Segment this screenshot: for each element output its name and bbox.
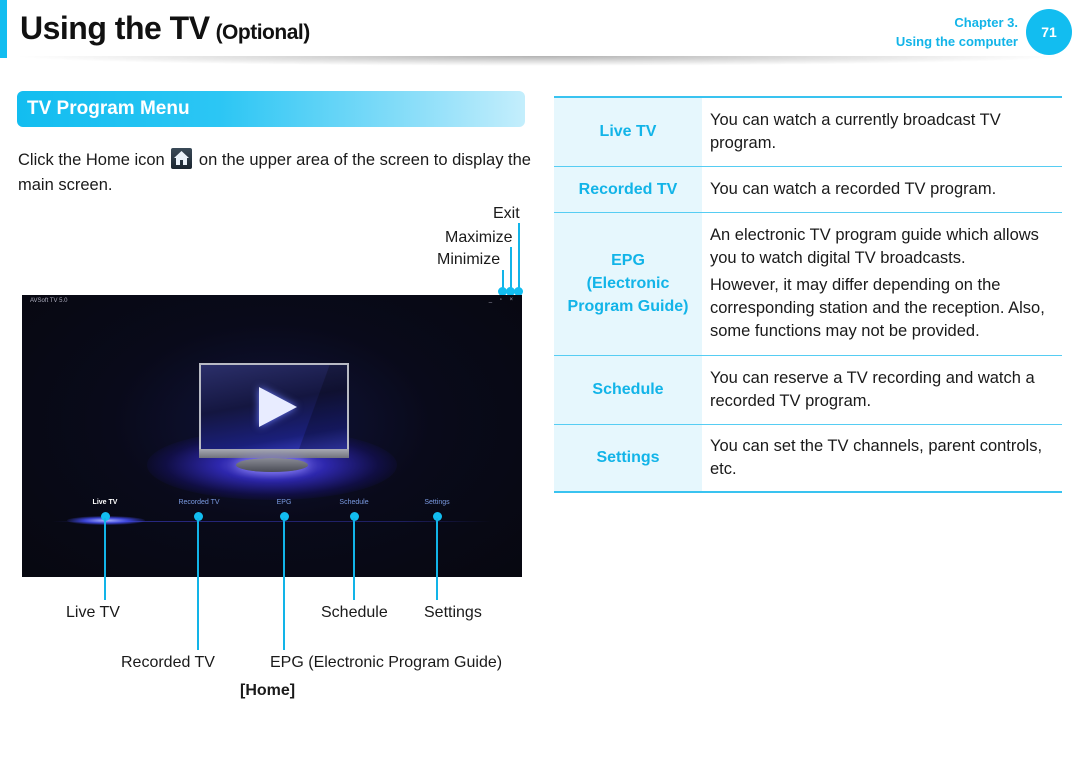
callout-line-epg <box>283 518 285 650</box>
menu-description-table: Live TV You can watch a currently broadc… <box>554 96 1062 493</box>
menu-item-settings[interactable]: Settings <box>424 499 449 506</box>
table-key: Settings <box>554 423 702 493</box>
table-desc: You can watch a currently broadcast TV p… <box>702 96 1062 166</box>
menu-item-schedule[interactable]: Schedule <box>339 499 368 506</box>
intro-text-1: Click the Home icon <box>18 151 165 169</box>
desc-text: You can watch a currently broadcast TV p… <box>710 110 1001 152</box>
tv-app-screenshot: AVSoft TV 5.0 _ ▫ × Live TV Recorded TV … <box>22 295 522 577</box>
intro-paragraph: Click the Home icon on the upper area of… <box>18 148 533 198</box>
page-title-main: Using the TV <box>20 10 210 46</box>
figure-caption: [Home] <box>240 682 296 699</box>
page-title: Using the TV (Optional) <box>20 10 310 47</box>
desc-text: You can reserve a TV recording and watch… <box>710 368 1035 410</box>
header-divider <box>10 56 1070 66</box>
callout-line-exit <box>518 223 520 291</box>
callout-line-recorded-tv <box>197 518 199 650</box>
window-controls[interactable]: _ ▫ × <box>489 297 516 303</box>
callout-line-settings <box>436 518 438 600</box>
table-desc: You can reserve a TV recording and watch… <box>702 354 1062 424</box>
app-name: AVSoft TV 5.0 <box>30 298 68 304</box>
annotation-minimize: Minimize <box>437 251 501 268</box>
desc-text: However, it may differ depending on the … <box>710 276 1045 340</box>
chapter-number: Chapter 3. <box>954 15 1018 30</box>
desc-text: You can set the TV channels, parent cont… <box>710 436 1043 478</box>
tv-bezel <box>199 449 349 458</box>
table-key-line: (Electronic <box>586 275 670 292</box>
tv-monitor-image <box>199 363 349 451</box>
tv-stand <box>236 458 308 472</box>
menu-item-epg[interactable]: EPG <box>277 499 292 506</box>
menu-item-recorded-tv[interactable]: Recorded TV <box>178 499 219 506</box>
table-key: Recorded TV <box>554 165 702 212</box>
screen-reflection <box>297 365 347 449</box>
annotation-recorded-tv: Recorded TV <box>121 654 215 671</box>
table-key: Live TV <box>554 96 702 166</box>
header-accent-bar <box>0 0 7 58</box>
annotation-live-tv: Live TV <box>66 604 120 621</box>
callout-line-live-tv <box>104 518 106 600</box>
chapter-label: Chapter 3. Using the computer <box>896 13 1018 51</box>
section-heading: TV Program Menu <box>17 91 525 127</box>
home-icon <box>171 148 193 169</box>
desc-text: You can watch a recorded TV program. <box>710 179 997 198</box>
section-title: TV Program Menu <box>27 98 190 119</box>
page-number-badge: 71 <box>1026 9 1072 55</box>
table-key: EPG (Electronic Program Guide) <box>554 211 702 355</box>
table-key-line: EPG <box>611 252 645 269</box>
annotation-schedule: Schedule <box>321 604 388 621</box>
annotation-settings: Settings <box>424 604 482 621</box>
table-row: Schedule You can reserve a TV recording … <box>554 354 1062 424</box>
table-row: Live TV You can watch a currently broadc… <box>554 96 1062 166</box>
table-row: Settings You can set the TV channels, pa… <box>554 423 1062 493</box>
table-key-line: Program Guide) <box>567 298 689 315</box>
chapter-title: Using the computer <box>895 34 1018 49</box>
annotation-epg: EPG (Electronic Program Guide) <box>270 654 503 671</box>
table-desc: An electronic TV program guide which all… <box>702 211 1062 355</box>
menu-item-live-tv[interactable]: Live TV <box>93 499 118 506</box>
table-key: Schedule <box>554 354 702 424</box>
annotation-maximize: Maximize <box>445 229 513 246</box>
callout-line-schedule <box>353 518 355 600</box>
table-desc: You can set the TV channels, parent cont… <box>702 423 1062 493</box>
table-row: Recorded TV You can watch a recorded TV … <box>554 165 1062 212</box>
callout-line-maximize <box>510 247 512 291</box>
table-row: EPG (Electronic Program Guide) An electr… <box>554 211 1062 355</box>
table-desc: You can watch a recorded TV program. <box>702 165 1062 212</box>
annotation-exit: Exit <box>493 205 520 222</box>
desc-text: An electronic TV program guide which all… <box>710 226 1039 267</box>
play-icon <box>259 387 297 427</box>
page-title-suffix: (Optional) <box>215 21 311 44</box>
